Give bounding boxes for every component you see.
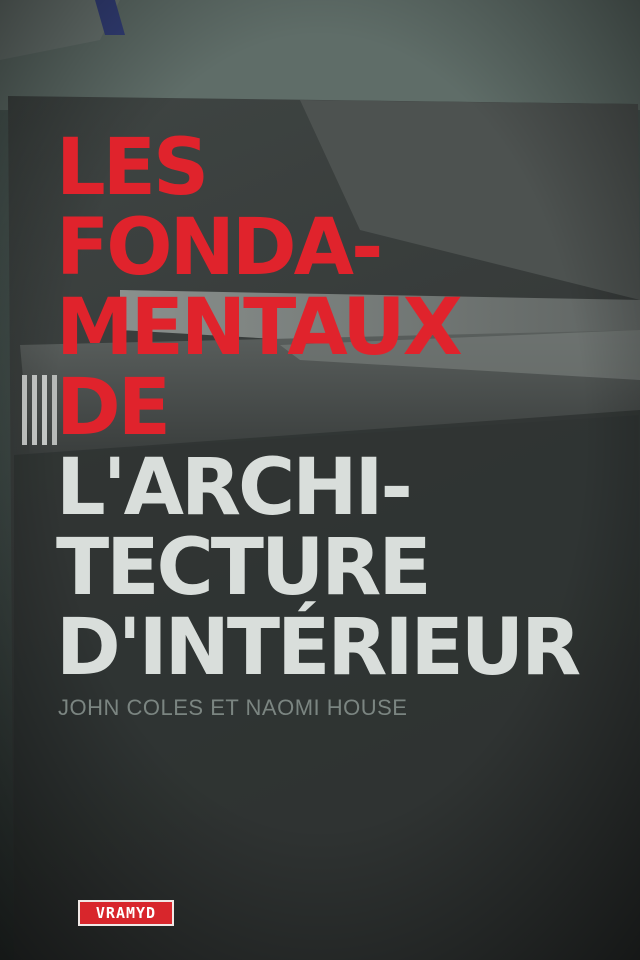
title-white-line: L'ARCHI- <box>56 443 413 533</box>
title-red-line: MENTAUX <box>56 283 463 373</box>
title-red-line: DE <box>56 363 171 453</box>
title-red-line: FONDA- <box>56 203 383 293</box>
title-red-block: LES FONDA- MENTAUX DE <box>56 128 576 448</box>
title-white-line: D'INTÉRIEUR <box>56 603 581 693</box>
title-white-line: TECTURE <box>56 523 432 613</box>
photo-scene: LES FONDA- MENTAUX DE L'ARCHI- TECTURE D… <box>0 0 640 960</box>
title-white-block: L'ARCHI- TECTURE D'INTÉRIEUR <box>56 448 640 688</box>
publisher-logo: VRAMYD <box>78 900 174 926</box>
title-red-line: LES <box>56 123 209 213</box>
author-credit: JOHN COLES ET NAOMI HOUSE <box>58 695 408 720</box>
